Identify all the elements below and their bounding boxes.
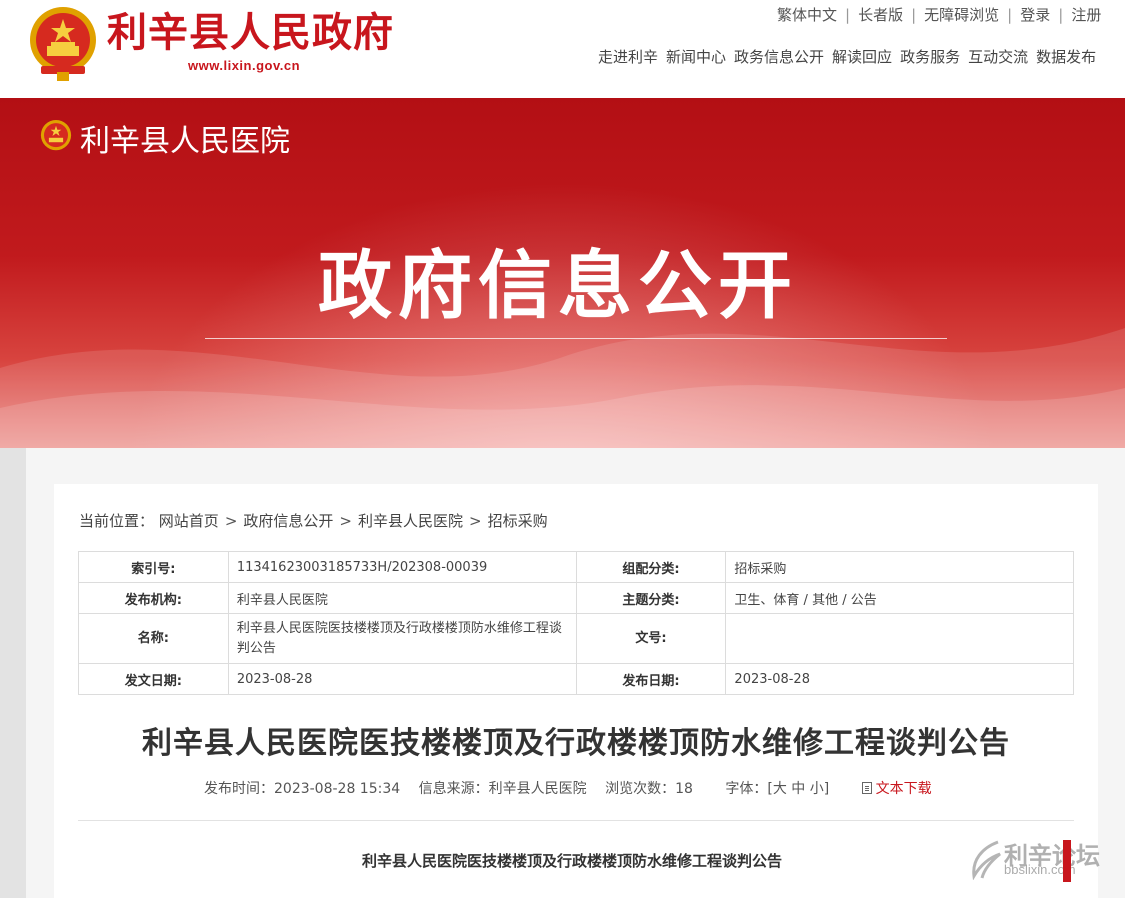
traditional-chinese-link[interactable]: 繁体中文 (777, 6, 837, 24)
metadata-table: 索引号: 11341623003185733H/202308-00039 组配分… (78, 551, 1074, 695)
nav-item-about[interactable]: 走进利辛 (598, 48, 658, 66)
article-title: 利辛县人民医院医技楼楼顶及行政楼楼顶防水维修工程谈判公告 (142, 726, 1010, 761)
category-value: 招标采购 (725, 551, 1074, 583)
publish-date-value: 2023-08-28 (725, 663, 1074, 695)
time-value: 2023-08-28 15:34 (274, 781, 401, 797)
breadcrumb-procurement[interactable]: 招标采购 (488, 512, 548, 530)
source-label: 信息来源： (418, 781, 489, 797)
top-header: 利辛县人民政府 www.lixin.gov.cn 繁体中文 | 长者版 | 无障碍浏览 |… (0, 0, 1125, 98)
breadcrumb-home[interactable]: 网站首页 (159, 512, 219, 530)
article-body-heading: 利辛县人民医院医技楼楼顶及行政楼楼顶防水维修工程谈判公告 (361, 852, 782, 870)
elder-version-link[interactable]: 长者版 (858, 6, 903, 24)
topic-label: 主题分类: (575, 582, 727, 614)
content-divider (78, 820, 1074, 821)
issue-date-label: 发文日期: (78, 663, 229, 695)
national-emblem-icon (30, 7, 96, 81)
org-value: 利辛县人民医院 (227, 582, 577, 614)
breadcrumb-hospital[interactable]: 利辛县人民医院 (358, 512, 463, 530)
banner-org-name: 利辛县人民医院 (80, 124, 290, 159)
main-nav: 走进利辛 新闻中心 政务信息公开 解读回应 政务服务 互动交流 数据发布 (598, 46, 1104, 67)
views-label: 浏览次数： (605, 781, 676, 797)
font-size-label: 字体： (725, 781, 768, 797)
breadcrumb-info-disclosure[interactable]: 政府信息公开 (243, 512, 333, 530)
banner-divider (205, 338, 947, 339)
site-url: www.lixin.gov.cn (188, 58, 301, 73)
national-emblem-icon (40, 120, 72, 151)
document-icon (861, 782, 872, 794)
site-name[interactable]: 利辛县人民政府 (107, 8, 394, 58)
breadcrumb-separator: > (224, 512, 238, 530)
login-link[interactable]: 登录 (1020, 6, 1050, 24)
publish-date-label: 发布日期: (575, 663, 727, 695)
separator: | (1007, 6, 1013, 24)
category-label: 组配分类: (575, 551, 727, 583)
breadcrumb-separator: > (469, 512, 482, 530)
index-value: 11341623003185733H/202308-00039 (227, 551, 577, 583)
nav-item-services[interactable]: 政务服务 (900, 48, 960, 66)
docno-value (725, 613, 1074, 664)
font-size-large[interactable]: 大 (773, 781, 787, 797)
register-link[interactable]: 注册 (1071, 6, 1101, 24)
table-row: 索引号: 11341623003185733H/202308-00039 组配分… (78, 551, 1074, 583)
nav-item-info-disclosure[interactable]: 政务信息公开 (734, 48, 824, 66)
font-size-bracket: ] (823, 781, 830, 797)
article-info: 发布时间：2023-08-28 15:34 信息来源：利辛县人民医院 浏览次数：… (204, 778, 932, 798)
name-value: 利辛县人民医院医技楼楼顶及行政楼楼顶防水维修工程谈判公告 (227, 613, 577, 664)
separator: | (911, 6, 917, 24)
font-size-small[interactable]: 小 (810, 781, 824, 797)
org-label: 发布机构: (78, 582, 229, 614)
nav-item-news[interactable]: 新闻中心 (666, 48, 726, 66)
font-size-medium[interactable]: 中 (791, 781, 805, 797)
nav-item-interaction[interactable]: 互动交流 (968, 48, 1028, 66)
name-label: 名称: (78, 613, 229, 664)
banner: 利辛县人民医院 政府信息公开 (0, 98, 1125, 448)
separator: | (1058, 6, 1064, 24)
nav-item-interpretation[interactable]: 解读回应 (832, 48, 892, 66)
table-row: 发布机构: 利辛县人民医院 主题分类: 卫生、体育 / 其他 / 公告 (78, 582, 1074, 614)
nav-item-data[interactable]: 数据发布 (1036, 48, 1096, 66)
breadcrumb-prefix: 当前位置： (79, 512, 155, 530)
table-row: 发文日期: 2023-08-28 发布日期: 2023-08-28 (78, 663, 1074, 695)
breadcrumb-separator: > (339, 512, 352, 530)
docno-label: 文号: (575, 613, 727, 664)
time-label: 发布时间： (204, 781, 274, 797)
source-value: 利辛县人民医院 (488, 781, 587, 797)
index-label: 索引号: (78, 551, 229, 583)
banner-title: 政府信息公开 (318, 243, 798, 329)
download-label: 文本下载 (875, 781, 932, 797)
breadcrumb: 当前位置： 网站首页 > 政府信息公开 > 利辛县人民医院 > 招标采购 (79, 510, 548, 531)
utility-links: 繁体中文 | 长者版 | 无障碍浏览 | 登录 | 注册 (777, 4, 1101, 25)
table-row: 名称: 利辛县人民医院医技楼楼顶及行政楼楼顶防水维修工程谈判公告 文号: (78, 613, 1074, 664)
accessibility-link[interactable]: 无障碍浏览 (924, 6, 999, 24)
issue-date-value: 2023-08-28 (227, 663, 577, 695)
views-value: 18 (675, 781, 693, 797)
separator: | (845, 6, 851, 24)
topic-value: 卫生、体育 / 其他 / 公告 (725, 582, 1074, 614)
download-button[interactable]: 文本下载 (861, 781, 932, 797)
